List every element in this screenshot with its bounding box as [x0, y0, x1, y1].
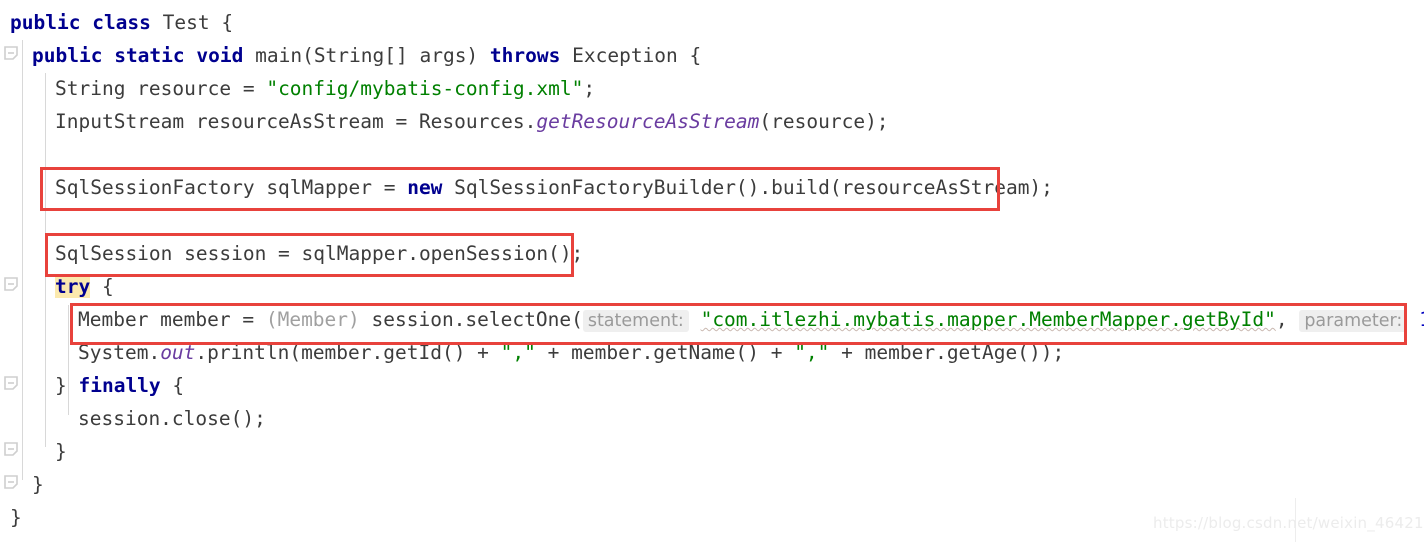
- indent-guide-0: [22, 40, 23, 480]
- fold-marker-icon[interactable]: [4, 475, 19, 490]
- line-try[interactable]: try {: [55, 270, 114, 303]
- fold-marker-icon[interactable]: [4, 277, 19, 292]
- line-finally[interactable]: } finally {: [55, 369, 184, 402]
- watermark-url: https://blog.csdn.net/weixin_46421629: [1153, 514, 1424, 532]
- line-close-try[interactable]: }: [55, 435, 67, 468]
- line-select-one[interactable]: Member member = (Member) session.selectO…: [78, 303, 1424, 336]
- line-session-close[interactable]: session.close();: [78, 402, 266, 435]
- indent-guide-1: [45, 73, 46, 447]
- line-close-class[interactable]: }: [10, 501, 22, 534]
- fold-marker-icon[interactable]: [4, 442, 19, 457]
- code-editor-pane[interactable]: public class Test {public static void ma…: [0, 0, 1424, 542]
- fold-marker-icon[interactable]: [4, 376, 19, 391]
- line-open-session[interactable]: SqlSession session = sqlMapper.openSessi…: [55, 237, 583, 270]
- line-sql-session-factory[interactable]: SqlSessionFactory sqlMapper = new SqlSes…: [55, 171, 1053, 204]
- line-close-main[interactable]: }: [32, 468, 44, 501]
- line-println[interactable]: System.out.println(member.getId() + "," …: [78, 336, 1064, 369]
- line-main-decl[interactable]: public static void main(String[] args) t…: [32, 39, 701, 72]
- line-class-decl[interactable]: public class Test {: [10, 6, 233, 39]
- line-input-stream[interactable]: InputStream resourceAsStream = Resources…: [55, 105, 889, 138]
- line-string-resource[interactable]: String resource = "config/mybatis-config…: [55, 72, 595, 105]
- fold-marker-icon[interactable]: [4, 46, 19, 61]
